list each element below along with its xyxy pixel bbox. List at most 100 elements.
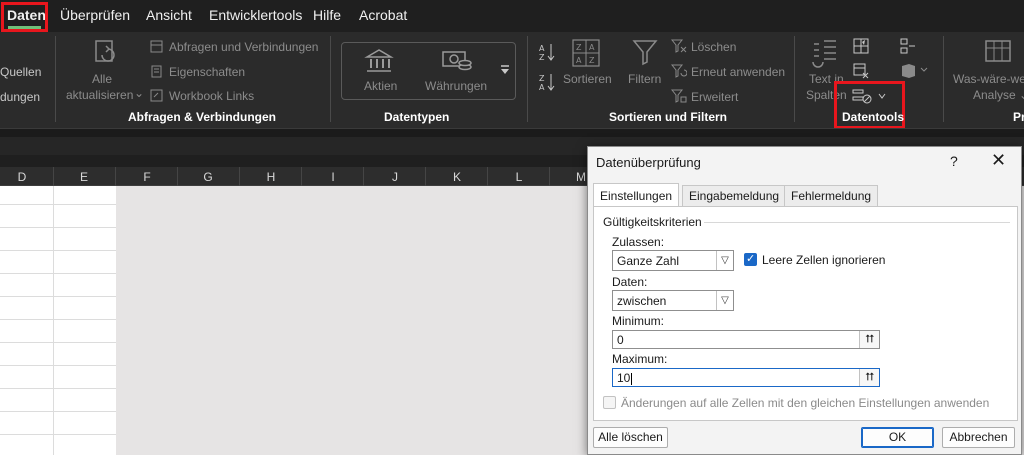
svg-text:Z: Z bbox=[589, 56, 595, 65]
column-divider bbox=[301, 167, 302, 186]
reapply-button[interactable]: Erneut anwenden bbox=[691, 65, 785, 79]
refresh-all-label-1[interactable]: Alle bbox=[92, 72, 112, 86]
group-title-sort-filter: Sortieren und Filtern bbox=[609, 110, 728, 124]
tab-ueberpruefen[interactable]: Überprüfen bbox=[60, 7, 130, 23]
highlight-box-daten bbox=[1, 2, 48, 32]
column-header-i[interactable]: I bbox=[323, 170, 343, 184]
settings-panel: Gültigkeitskriterien Zulassen: Ganze Zah… bbox=[593, 206, 1018, 421]
refresh-all-label-2[interactable]: aktualisieren bbox=[66, 88, 133, 102]
tab-fehlermeldung[interactable]: Fehlermeldung bbox=[784, 185, 879, 206]
svg-text:A: A bbox=[539, 44, 545, 53]
tab-ansicht[interactable]: Ansicht bbox=[146, 7, 192, 23]
queries-icon bbox=[150, 40, 163, 53]
column-header-h[interactable]: H bbox=[261, 170, 281, 184]
cut-label-verbindungen[interactable]: dungen bbox=[0, 90, 40, 104]
tab-einstellungen[interactable]: Einstellungen bbox=[593, 183, 680, 207]
apply-all-label[interactable]: Änderungen auf alle Zellen mit den gleic… bbox=[621, 396, 989, 410]
data-operator-select[interactable]: zwischen ▽ bbox=[612, 290, 734, 311]
ignore-blank-label[interactable]: Leere Zellen ignorieren bbox=[762, 253, 885, 267]
group-title-queries: Abfragen & Verbindungen bbox=[128, 110, 277, 124]
minimum-field[interactable]: 0 ⮅ bbox=[612, 330, 880, 349]
remove-duplicates-icon[interactable] bbox=[852, 62, 870, 80]
tab-entwicklertools[interactable]: Entwicklertools bbox=[209, 7, 302, 23]
allow-select-value: Ganze Zahl bbox=[617, 254, 680, 268]
column-header-d[interactable]: D bbox=[12, 170, 32, 184]
refresh-all-dropdown[interactable]: ⌄ bbox=[134, 86, 144, 100]
ok-button[interactable]: OK bbox=[861, 427, 934, 448]
queries-connections-button[interactable]: Abfragen und Verbindungen bbox=[169, 40, 318, 54]
tab-acrobat[interactable]: Acrobat bbox=[359, 7, 407, 23]
column-header-f[interactable]: F bbox=[137, 170, 157, 184]
column-divider bbox=[177, 167, 178, 186]
tab-eingabemeldung[interactable]: Eingabemeldung bbox=[682, 185, 787, 206]
allow-select[interactable]: Ganze Zahl ▽ bbox=[612, 250, 734, 271]
clear-filter-button[interactable]: Löschen bbox=[691, 40, 736, 54]
consolidate-icon[interactable] bbox=[899, 37, 917, 55]
dialog-title: Datenüberprüfung bbox=[596, 155, 701, 170]
gallery-more-icon[interactable] bbox=[499, 64, 511, 76]
column-header-k[interactable]: K bbox=[447, 170, 467, 184]
grid-line bbox=[0, 365, 116, 366]
cancel-button[interactable]: Abbrechen bbox=[942, 427, 1015, 448]
chevron-down-icon[interactable]: ▽ bbox=[716, 291, 733, 310]
data-model-icon[interactable] bbox=[899, 62, 929, 80]
text-to-columns-icon[interactable] bbox=[810, 38, 840, 70]
ribbon-separator bbox=[794, 36, 795, 122]
svg-text:A: A bbox=[576, 56, 582, 65]
cell-grid[interactable] bbox=[0, 186, 116, 455]
ribbon-separator bbox=[55, 36, 56, 122]
data-validation-dialog: Datenüberprüfung ? ✕ Einstellungen Einga… bbox=[587, 146, 1022, 455]
apply-all-checkbox[interactable] bbox=[603, 396, 616, 409]
tab-hilfe[interactable]: Hilfe bbox=[313, 7, 341, 23]
ribbon-separator bbox=[330, 36, 331, 122]
filter-icon[interactable] bbox=[632, 38, 658, 66]
sort-za-icon[interactable]: ZA bbox=[538, 72, 556, 92]
close-icon[interactable]: ✕ bbox=[991, 150, 1006, 171]
cut-label-quellen[interactable]: Quellen bbox=[0, 65, 41, 79]
allow-label: Zulassen: bbox=[612, 235, 665, 249]
grid-line bbox=[0, 204, 116, 205]
svg-text:A: A bbox=[539, 83, 545, 92]
column-divider bbox=[363, 167, 364, 186]
range-select-icon[interactable]: ⮅ bbox=[859, 369, 879, 386]
grid-line bbox=[0, 388, 116, 389]
filter-button[interactable]: Filtern bbox=[628, 72, 661, 86]
column-header-g[interactable]: G bbox=[198, 170, 218, 184]
data-label: Daten: bbox=[612, 275, 648, 289]
column-header-l[interactable]: L bbox=[509, 170, 529, 184]
ribbon-separator bbox=[527, 36, 528, 122]
sort-az-icon[interactable]: AZ bbox=[538, 42, 556, 62]
maximum-field[interactable]: 10 ⮅ bbox=[612, 368, 880, 387]
workbook-links-button[interactable]: Workbook Links bbox=[169, 89, 254, 103]
svg-text:A: A bbox=[589, 43, 595, 52]
properties-button[interactable]: Eigenschaften bbox=[169, 65, 245, 79]
ignore-blank-checkbox[interactable] bbox=[744, 252, 757, 266]
advanced-filter-button[interactable]: Erweitert bbox=[691, 90, 738, 104]
stocks-button[interactable]: Aktien bbox=[364, 79, 397, 93]
group-divider bbox=[704, 222, 1010, 223]
sort-dialog-icon[interactable]: ZAAZ bbox=[571, 38, 601, 68]
minimum-value: 0 bbox=[617, 333, 624, 347]
sort-button[interactable]: Sortieren bbox=[563, 72, 612, 86]
currencies-button[interactable]: Währungen bbox=[425, 79, 487, 93]
group-title-datatools: Datentools bbox=[842, 110, 905, 124]
currencies-icon bbox=[441, 48, 473, 74]
refresh-all-icon[interactable] bbox=[90, 38, 120, 68]
column-divider bbox=[549, 167, 550, 186]
help-button[interactable]: ? bbox=[950, 153, 958, 169]
what-if-label-1[interactable]: Was-wäre-we bbox=[953, 72, 1024, 86]
column-header-j[interactable]: J bbox=[385, 170, 405, 184]
grid-line bbox=[0, 250, 116, 251]
what-if-analysis-icon[interactable] bbox=[984, 38, 1014, 66]
flash-fill-icon[interactable] bbox=[852, 37, 870, 55]
column-header-e[interactable]: E bbox=[74, 170, 94, 184]
chevron-down-icon[interactable]: ▽ bbox=[716, 251, 733, 270]
svg-text:Z: Z bbox=[539, 53, 545, 62]
clear-all-button[interactable]: Alle löschen bbox=[593, 427, 668, 448]
range-select-icon[interactable]: ⮅ bbox=[859, 331, 879, 348]
grid-line bbox=[0, 342, 116, 343]
excel-window: Daten Überprüfen Ansicht Entwicklertools… bbox=[0, 0, 1024, 455]
stocks-icon bbox=[364, 48, 394, 74]
what-if-label-2[interactable]: Analyse ⌄ bbox=[973, 88, 1024, 102]
ribbon-separator bbox=[943, 36, 944, 122]
